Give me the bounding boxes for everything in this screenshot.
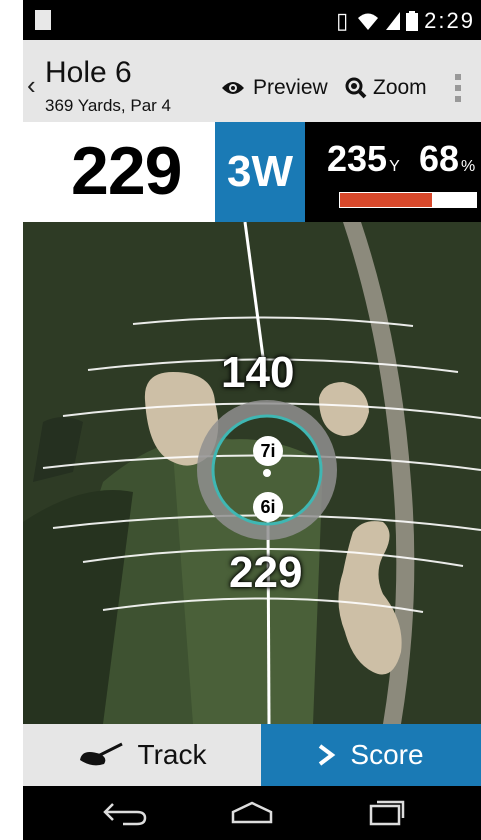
zoom-button[interactable]: Zoom <box>345 76 427 100</box>
back-chevron-icon[interactable]: ‹ <box>27 70 36 101</box>
preview-button[interactable]: Preview <box>221 76 328 100</box>
phone-screen: ▯ 2:29 ‹ Hole 6 369 Yards, Par 4 Preview… <box>23 0 481 840</box>
score-button[interactable]: Score <box>261 724 481 786</box>
signal-icon <box>386 12 401 30</box>
power-bar <box>339 192 477 208</box>
distance-to-pin: 229 <box>71 133 182 209</box>
nav-home-icon[interactable] <box>229 800 275 826</box>
nav-recents-icon[interactable] <box>367 800 407 826</box>
notification-icon <box>35 10 51 30</box>
hole-map[interactable]: 140 229 7i 6i <box>23 222 481 724</box>
wifi-icon <box>358 13 379 30</box>
status-time: 2:29 <box>424 8 475 33</box>
club-marker-7i[interactable]: 7i <box>253 436 283 466</box>
club-yards: 235 Y <box>327 138 400 179</box>
club-percent: 68% <box>419 138 476 179</box>
distance-label-upper: 140 <box>221 348 295 397</box>
target-dot <box>263 469 271 477</box>
hole-title: Hole 6 <box>45 56 132 89</box>
track-label: Track <box>137 739 207 770</box>
status-icons: ▯ 2:29 <box>336 8 475 34</box>
status-bar: ▯ 2:29 <box>23 0 481 40</box>
eye-icon <box>222 82 244 94</box>
system-nav-bar <box>23 786 481 840</box>
distance-label-lower: 229 <box>229 548 303 597</box>
battery-icon <box>406 11 419 31</box>
chevron-right-icon <box>319 744 336 766</box>
vibrate-icon: ▯ <box>336 8 351 33</box>
hole-header: ‹ Hole 6 369 Yards, Par 4 Preview Zoom <box>23 40 481 122</box>
power-bar-fill <box>340 193 433 207</box>
hole-subtitle: 369 Yards, Par 4 <box>45 96 172 115</box>
zoom-label: Zoom <box>373 76 427 99</box>
club-stats: 235 Y 68% <box>305 122 481 222</box>
overflow-menu-icon[interactable] <box>455 74 461 102</box>
track-button[interactable]: Track <box>23 724 261 786</box>
satellite-imagery <box>23 222 481 724</box>
magnifier-icon <box>345 77 367 99</box>
score-label: Score <box>350 739 424 770</box>
preview-label: Preview <box>253 76 328 99</box>
club-marker-6i[interactable]: 6i <box>253 492 283 522</box>
club-selector[interactable]: 3W <box>215 122 305 222</box>
distance-bar: 229 3W 235 Y 68% <box>23 122 481 222</box>
golf-club-icon <box>79 742 123 766</box>
action-bar: Track Score <box>23 724 481 786</box>
nav-back-icon[interactable] <box>103 800 149 826</box>
